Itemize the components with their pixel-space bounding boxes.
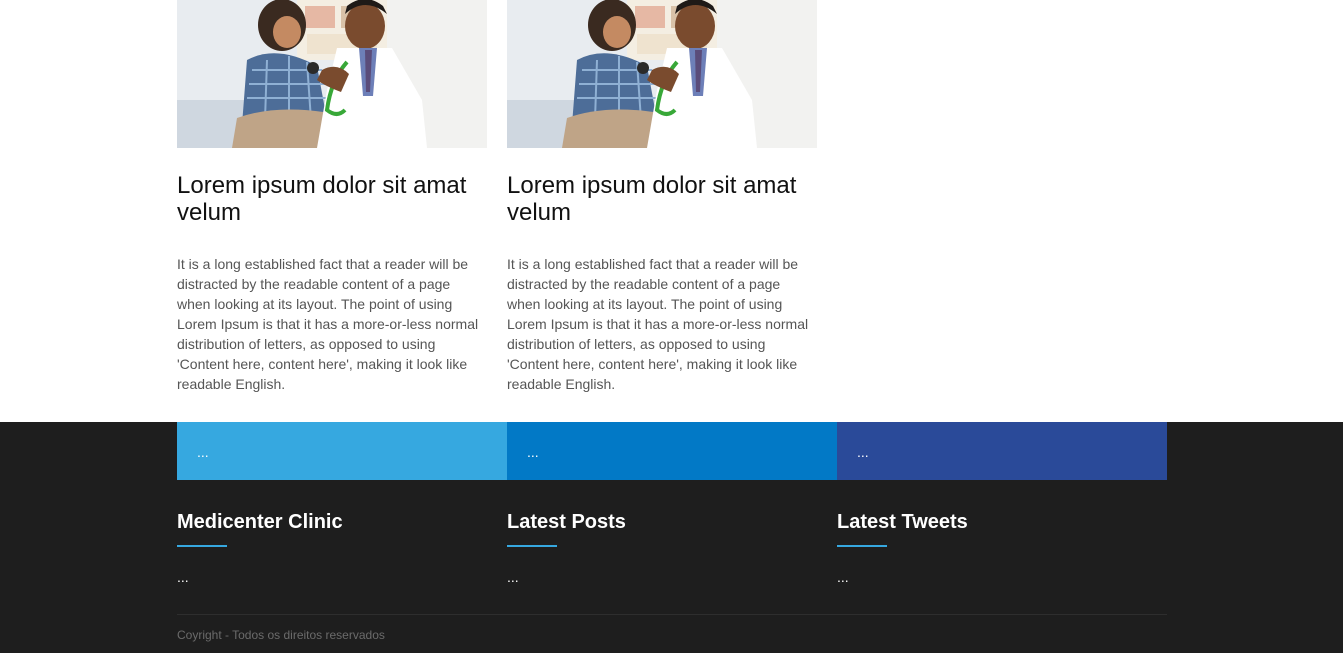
articles-section: Lorem ipsum dolor sit amat velum It is a… [0,0,1343,422]
article-card: Lorem ipsum dolor sit amat velum It is a… [507,0,817,394]
doctor-with-child-photo [507,0,817,148]
footer-color-bars: ... ... ... [177,422,1167,480]
footer-column-body: ... [177,569,189,585]
heading-underline [177,545,227,547]
article-excerpt: It is a long established fact that a rea… [507,256,809,392]
footer-heading: Latest Tweets [837,511,968,533]
footer-bar-light[interactable]: ... [177,422,507,480]
article-image[interactable] [507,0,817,148]
footer-divider [177,614,1167,615]
footer-column-clinic: Medicenter Clinic ... [177,510,487,585]
article-image[interactable] [177,0,487,148]
footer-column-latest-posts: Latest Posts ... [507,510,817,585]
footer-column-body: ... [507,569,519,585]
doctor-with-child-photo [177,0,487,148]
footer-bar-dark[interactable]: ... [837,422,1167,480]
article-card: Lorem ipsum dolor sit amat velum It is a… [177,0,487,394]
footer-heading: Latest Posts [507,511,626,533]
footer-column-body: ... [837,569,849,585]
article-title[interactable]: Lorem ipsum dolor sit amat velum [507,172,817,226]
footer-bar-medium[interactable]: ... [507,422,837,480]
heading-underline [507,545,557,547]
article-excerpt: It is a long established fact that a rea… [177,256,479,392]
heading-underline [837,545,887,547]
copyright-text: Coyright - Todos os direitos reservados [177,628,385,642]
footer-column-latest-tweets: Latest Tweets ... [837,510,1147,585]
site-footer: ... ... ... Medicenter Clinic ... Latest… [0,422,1343,653]
article-title[interactable]: Lorem ipsum dolor sit amat velum [177,172,487,226]
footer-heading: Medicenter Clinic [177,511,343,533]
